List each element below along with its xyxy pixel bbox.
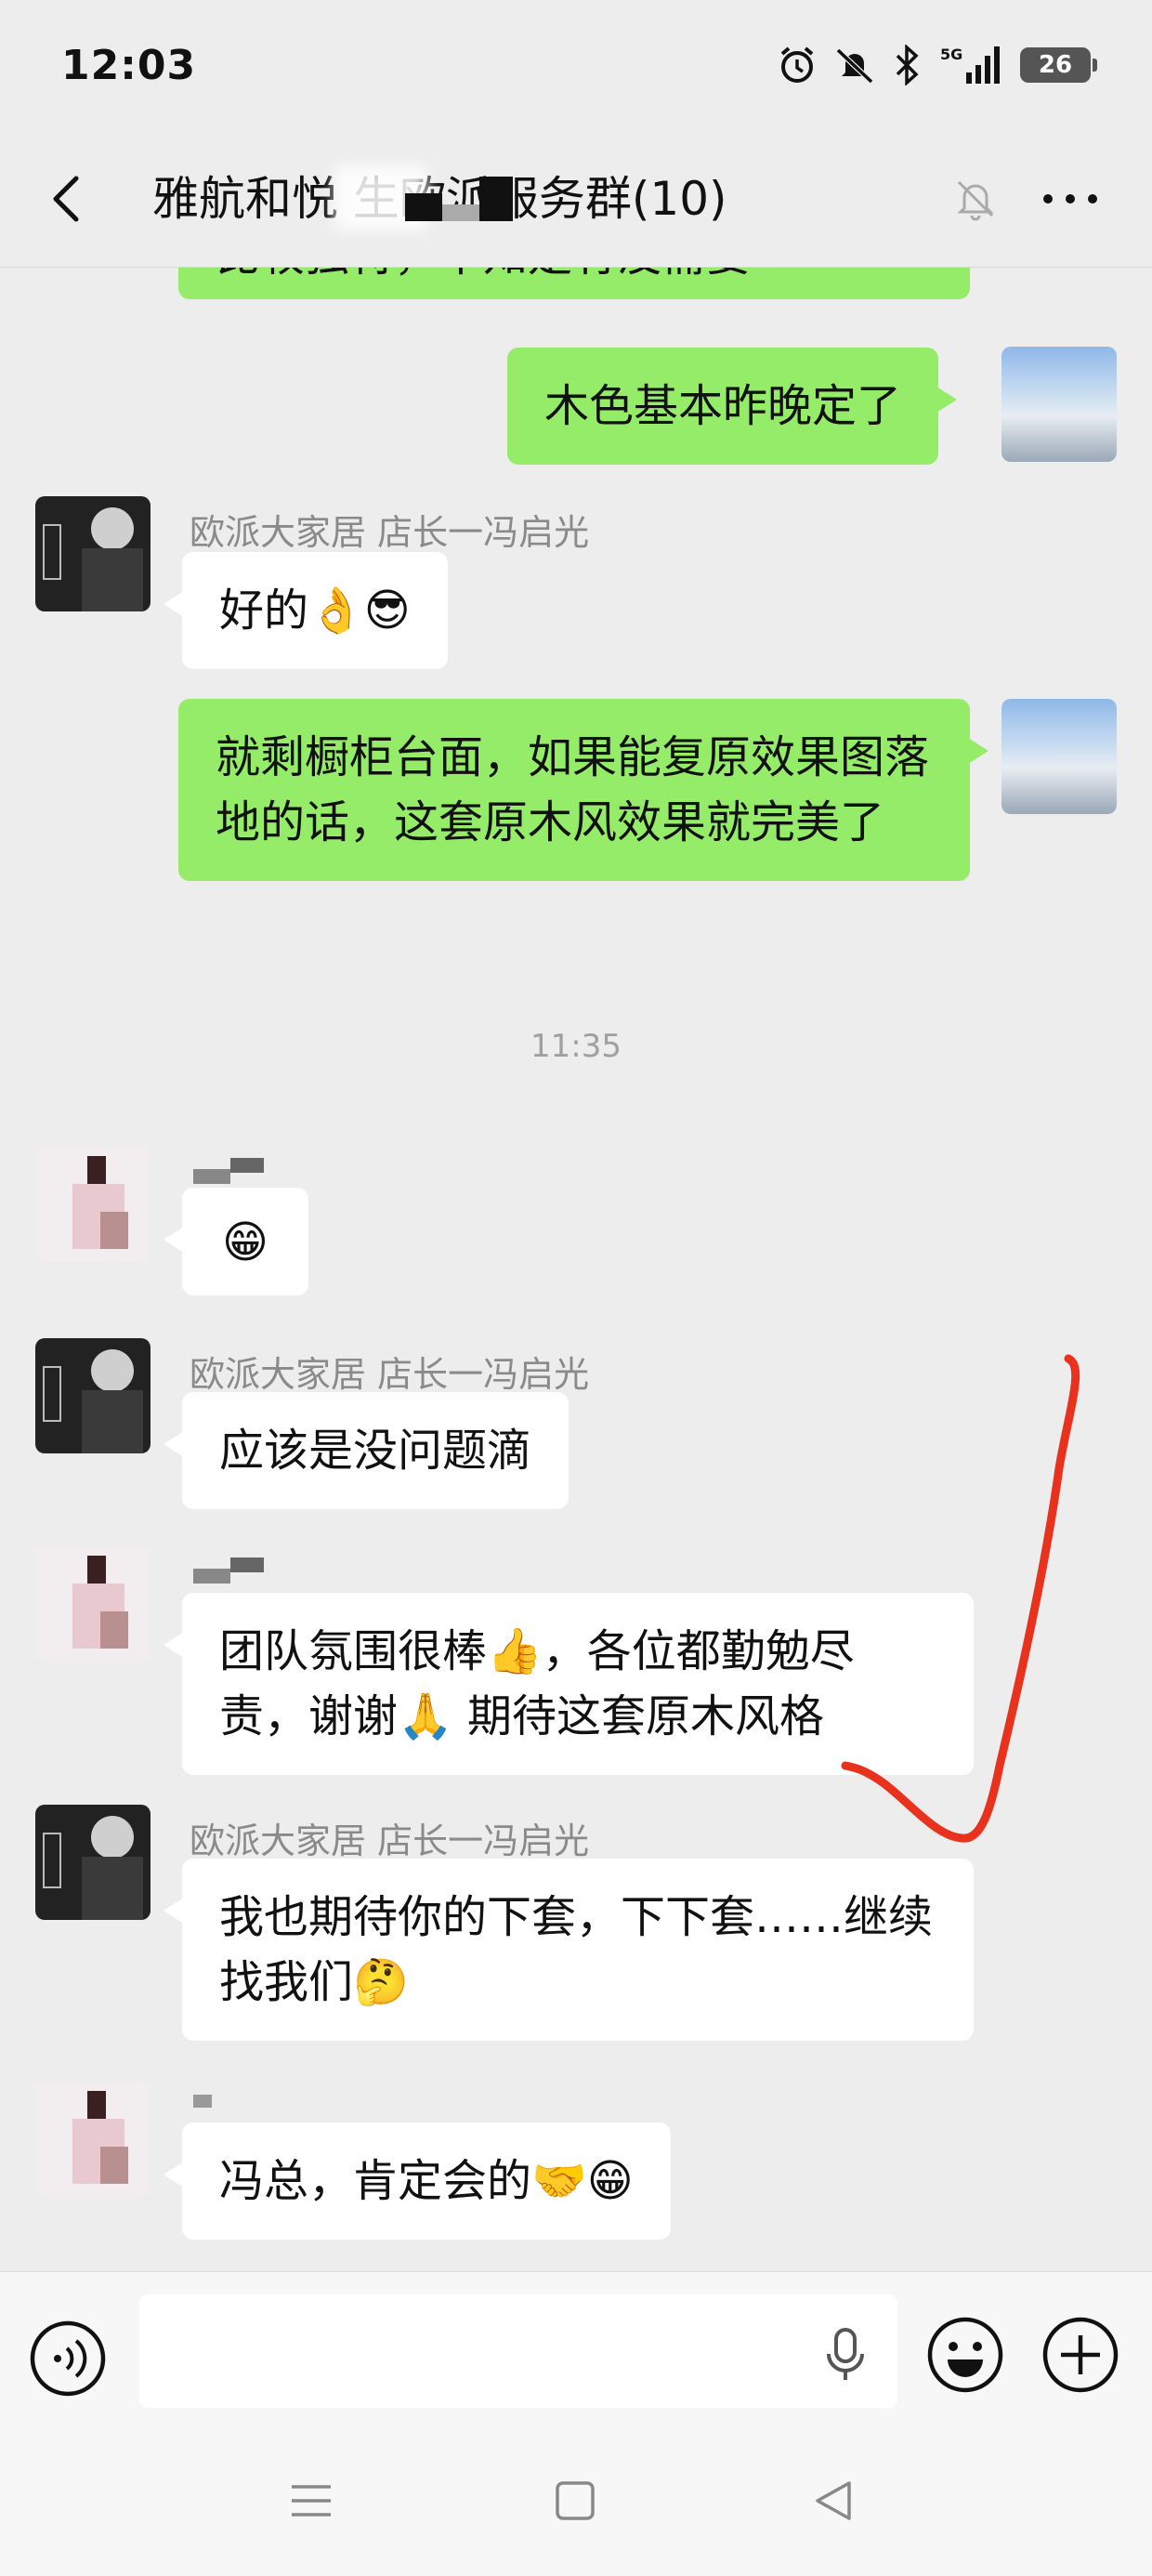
input-bar bbox=[0, 2271, 1152, 2433]
more-dots-icon[interactable] bbox=[1041, 175, 1100, 223]
message-text: 😁 bbox=[221, 1216, 269, 1268]
avatar-self[interactable] bbox=[1001, 347, 1117, 462]
status-icons: 5G 26 bbox=[777, 45, 1097, 85]
message-text: 我也期待你的下套，下下套……继续找我们🤔 bbox=[219, 1891, 934, 2008]
sender-name: 欧派大家居 店长一冯启光 bbox=[190, 1354, 590, 1395]
message-text: 好的👌😎 bbox=[219, 585, 411, 637]
message-list[interactable]: 比较独特，不知是有没需要 木色基本昨晚定了 欧派大家居 店长一冯启光 好的👌😎 … bbox=[0, 268, 1152, 2271]
avatar-store-manager[interactable] bbox=[35, 1805, 151, 1920]
message-bubble-outgoing[interactable]: 木色基本昨晚定了 bbox=[507, 348, 958, 465]
message-text: 就剩橱柜台面，如果能复原效果图落地的话，这套原木风效果就完美了 bbox=[216, 731, 930, 848]
back-arrow-icon[interactable] bbox=[41, 171, 97, 227]
message-bubble-outgoing[interactable]: 就剩橱柜台面，如果能复原效果图落地的话，这套原木风效果就完美了 bbox=[178, 699, 988, 881]
message-text: 应该是没问题滴 bbox=[219, 1425, 532, 1477]
sender-name: 欧派大家居 店长一冯启光 bbox=[190, 512, 590, 553]
sender-name-redacted bbox=[193, 1158, 264, 1184]
status-time: 12:03 bbox=[61, 41, 197, 89]
bluetooth-icon bbox=[896, 45, 919, 85]
svg-text:5G: 5G bbox=[940, 46, 962, 63]
microphone-icon[interactable] bbox=[823, 2328, 868, 2384]
emoji-icon[interactable] bbox=[925, 2315, 1005, 2395]
silent-bell-icon bbox=[835, 47, 874, 85]
chat-header: 雅航和悦 生欧派服务群(10) bbox=[0, 130, 1152, 268]
message-bubble-incoming[interactable]: 😁 bbox=[164, 1188, 308, 1295]
message-bubble-incoming[interactable]: 冯总，肯定会的🤝😁 bbox=[164, 2123, 671, 2240]
title-redaction-block bbox=[405, 177, 526, 221]
menu-nav-icon[interactable] bbox=[288, 2477, 334, 2524]
message-text: 木色基本昨晚定了 bbox=[544, 380, 902, 432]
voice-icon[interactable] bbox=[28, 2319, 108, 2399]
system-nav-bar bbox=[0, 2433, 1152, 2576]
message-bubble-incoming[interactable]: 我也期待你的下套，下下套……继续找我们🤔 bbox=[164, 1859, 974, 2041]
sender-name: 欧派大家居 店长一冯启光 bbox=[190, 1820, 590, 1861]
avatar-store-manager[interactable] bbox=[35, 496, 151, 611]
message-input[interactable] bbox=[139, 2294, 897, 2408]
signal-icon: 5G bbox=[940, 46, 1000, 84]
avatar-member[interactable] bbox=[35, 1546, 151, 1662]
sender-name-redacted bbox=[193, 1557, 264, 1584]
message-bubble-incoming[interactable]: 好的👌😎 bbox=[164, 552, 448, 669]
message-text: 冯总，肯定会的🤝😁 bbox=[219, 2155, 634, 2207]
time-divider: 11:35 bbox=[530, 1028, 622, 1065]
message-bubble-incoming[interactable]: 团队氛围很棒👍，各位都勤勉尽责，谢谢🙏 期待这套原木风格 bbox=[164, 1593, 974, 1775]
home-nav-icon[interactable] bbox=[552, 2477, 598, 2524]
alarm-icon bbox=[780, 46, 814, 83]
battery-indicator: 26 bbox=[1020, 47, 1097, 83]
sender-name-redacted bbox=[193, 2095, 212, 2108]
avatar-member[interactable] bbox=[35, 2082, 151, 2197]
mute-bell-icon bbox=[957, 180, 994, 221]
message-bubble-incoming[interactable]: 应该是没问题滴 bbox=[163, 1392, 569, 1509]
message-text: 比较独特，不知是有没需要 bbox=[216, 268, 751, 282]
plus-icon[interactable] bbox=[1041, 2315, 1120, 2395]
message-text: 团队氛围很棒👍，各位都勤勉尽责，谢谢🙏 期待这套原木风格 bbox=[219, 1625, 855, 1742]
message-bubble-partial[interactable]: 比较独特，不知是有没需要 bbox=[178, 268, 970, 299]
avatar-self[interactable] bbox=[1001, 699, 1117, 814]
status-bar: 12:03 5G 26 bbox=[0, 0, 1152, 130]
avatar-member[interactable] bbox=[35, 1147, 151, 1262]
back-nav-icon[interactable] bbox=[810, 2477, 857, 2524]
avatar-store-manager[interactable] bbox=[35, 1338, 151, 1453]
